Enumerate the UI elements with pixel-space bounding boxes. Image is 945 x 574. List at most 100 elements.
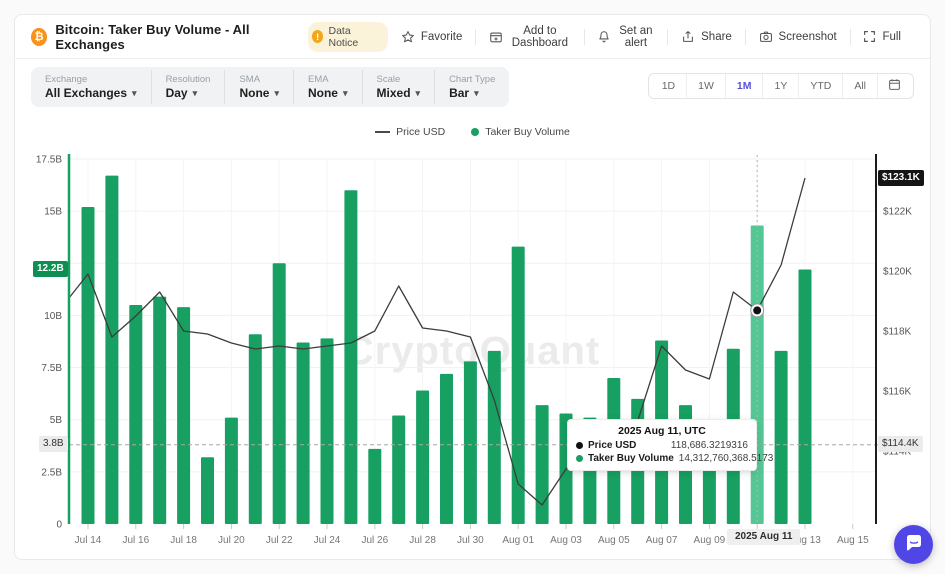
bitcoin-icon: ₿ <box>31 28 47 46</box>
filter-sma[interactable]: SMA None ▾ <box>224 70 293 104</box>
chevron-down-icon: ▾ <box>416 88 421 99</box>
filter-chart-type[interactable]: Chart Type Bar▾ <box>434 70 509 104</box>
chevron-down-icon: ▾ <box>193 88 198 99</box>
svg-text:5B: 5B <box>50 415 63 426</box>
svg-text:Jul 24: Jul 24 <box>314 535 341 546</box>
svg-text:Jul 14: Jul 14 <box>75 535 102 546</box>
left-axis-crosshair-badge: 3.8B <box>39 436 68 452</box>
filter-label: Resolution <box>166 74 211 85</box>
tooltip-price-row: Price USD 118,686.3219316 <box>576 440 748 451</box>
add-to-dashboard-button[interactable]: Add to Dashboard <box>476 25 584 49</box>
svg-text:$118K: $118K <box>883 327 912 338</box>
volume-dot-icon <box>576 455 583 462</box>
chat-bubble-icon <box>904 533 924 556</box>
timeframe-1d[interactable]: 1D <box>651 74 686 98</box>
dashboard-add-icon <box>489 30 503 44</box>
svg-text:2.5B: 2.5B <box>41 467 62 478</box>
filter-resolution[interactable]: Resolution Day ▾ <box>151 70 225 104</box>
fullscreen-button[interactable]: Full <box>850 30 914 43</box>
svg-text:Jul 26: Jul 26 <box>361 535 388 546</box>
filter-label: Chart Type <box>449 74 495 85</box>
svg-text:15B: 15B <box>44 207 62 218</box>
data-notice-badge[interactable]: ! Data Notice <box>308 22 388 52</box>
price-line-swatch <box>375 131 390 133</box>
filter-value: Mixed <box>377 86 411 100</box>
filter-scale[interactable]: Scale Mixed ▾ <box>362 70 435 104</box>
svg-text:Jul 16: Jul 16 <box>122 535 149 546</box>
timeframe-1y[interactable]: 1Y <box>762 74 798 98</box>
filter-exchange[interactable]: Exchange All Exchanges ▾ <box>31 70 151 104</box>
svg-text:Aug 05: Aug 05 <box>598 535 630 546</box>
filter-value: None <box>308 86 338 100</box>
tooltip-volume-row: Taker Buy Volume 14,312,760,368.5173 <box>576 453 748 464</box>
share-label: Share <box>701 31 732 43</box>
svg-text:Aug 03: Aug 03 <box>550 535 582 546</box>
fullscreen-icon <box>863 30 876 43</box>
set-alert-label: Set an alert <box>617 25 654 49</box>
page-title: Bitcoin: Taker Buy Volume - All Exchange… <box>55 22 297 52</box>
svg-text:Jul 18: Jul 18 <box>170 535 197 546</box>
svg-text:Jul 28: Jul 28 <box>409 535 436 546</box>
timeframe-all[interactable]: All <box>842 74 877 98</box>
screenshot-label: Screenshot <box>779 31 837 43</box>
calendar-button[interactable] <box>877 74 911 98</box>
filter-value: All Exchanges <box>45 86 127 100</box>
filter-ema[interactable]: EMA None ▾ <box>293 70 362 104</box>
legend-volume-label: Taker Buy Volume <box>485 126 570 138</box>
timeframe-selector: 1D 1W 1M 1Y YTD All <box>648 73 914 99</box>
chat-launcher-button[interactable] <box>894 525 933 564</box>
right-axis-crosshair-badge: $114.4K <box>878 436 923 452</box>
warning-icon: ! <box>312 30 324 43</box>
card-header: ₿ Bitcoin: Taker Buy Volume - All Exchan… <box>15 15 930 59</box>
svg-text:Jul 20: Jul 20 <box>218 535 245 546</box>
tooltip-title: 2025 Aug 11, UTC <box>576 425 748 437</box>
svg-text:Aug 01: Aug 01 <box>502 535 534 546</box>
right-axis-current-badge: $123.1K <box>878 170 924 186</box>
svg-text:Aug 09: Aug 09 <box>694 535 726 546</box>
svg-text:7.5B: 7.5B <box>41 363 62 374</box>
x-axis-crosshair-badge: 2025 Aug 11 <box>727 529 800 545</box>
chart-tooltip: 2025 Aug 11, UTC Price USD 118,686.32193… <box>567 419 757 471</box>
add-to-dashboard-label: Add to Dashboard <box>509 25 571 49</box>
svg-text:$120K: $120K <box>883 267 912 278</box>
header-actions: Favorite Add to Dashboard Set an alert S… <box>388 25 914 49</box>
legend-price[interactable]: Price USD <box>375 126 445 138</box>
price-dot-icon <box>576 442 583 449</box>
svg-text:17.5B: 17.5B <box>36 155 62 166</box>
share-button[interactable]: Share <box>668 30 745 44</box>
svg-text:$122K: $122K <box>883 207 912 218</box>
svg-text:Jul 22: Jul 22 <box>266 535 293 546</box>
chevron-down-icon: ▾ <box>132 88 137 99</box>
chart-legend: Price USD Taker Buy Volume <box>69 126 876 138</box>
timeframe-1m[interactable]: 1M <box>725 74 763 98</box>
svg-text:Aug 07: Aug 07 <box>646 535 678 546</box>
filter-label: EMA <box>308 74 348 85</box>
filter-value: Bar <box>449 86 469 100</box>
legend-volume[interactable]: Taker Buy Volume <box>471 126 570 138</box>
svg-text:Jul 30: Jul 30 <box>457 535 484 546</box>
filter-toolbar: Exchange All Exchanges▾ Resolution Day▾ … <box>31 67 509 107</box>
camera-icon <box>759 30 773 44</box>
screenshot-button[interactable]: Screenshot <box>746 30 850 44</box>
filter-label: SMA <box>239 74 279 85</box>
filter-label: Exchange <box>45 74 137 85</box>
favorite-button[interactable]: Favorite <box>388 30 476 44</box>
chevron-down-icon: ▾ <box>343 88 348 99</box>
filter-label: Scale <box>377 74 421 85</box>
chevron-down-icon: ▾ <box>274 88 279 99</box>
share-icon <box>681 30 695 44</box>
svg-text:10B: 10B <box>44 311 62 322</box>
left-axis-current-badge: 12.2B <box>33 261 68 277</box>
set-alert-button[interactable]: Set an alert <box>584 25 667 49</box>
timeframe-1w[interactable]: 1W <box>686 74 725 98</box>
filter-value: None <box>239 86 269 100</box>
chart-svg[interactable]: Jul 14 Jul 16 Jul 18 Jul 20 Jul 22 Jul 24 Jul … <box>15 150 932 561</box>
legend-price-label: Price USD <box>396 126 445 138</box>
bell-icon <box>597 30 611 44</box>
filter-value: Day <box>166 86 188 100</box>
svg-text:$116K: $116K <box>883 387 912 398</box>
timeframe-ytd[interactable]: YTD <box>798 74 842 98</box>
volume-dot-swatch <box>471 128 479 136</box>
calendar-icon <box>888 78 901 94</box>
fullscreen-label: Full <box>882 31 901 43</box>
